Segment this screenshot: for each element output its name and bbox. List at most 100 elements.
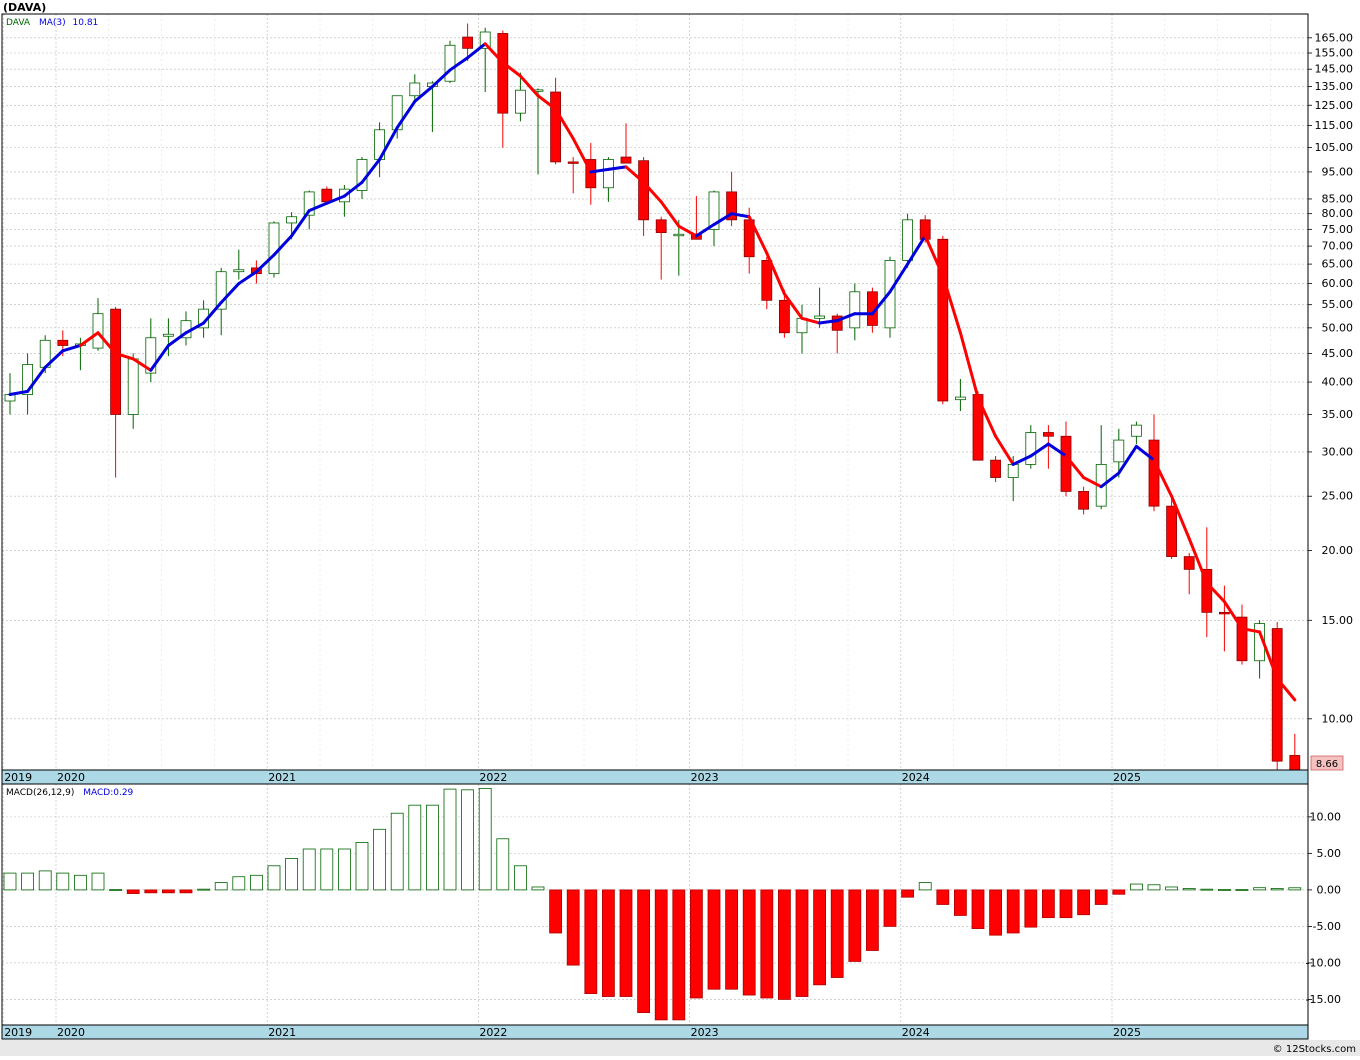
price-tick-label: 20.00 xyxy=(1322,544,1354,557)
price-tick-label: 135.00 xyxy=(1315,80,1354,93)
candle-body-down xyxy=(497,33,509,114)
macd-bar-positive xyxy=(478,787,492,891)
price-tick-label: 95.00 xyxy=(1322,165,1354,178)
price-tick-label: 10.00 xyxy=(1322,712,1354,725)
macd-tick-label: 0.00 xyxy=(1317,883,1342,896)
macd-bar-negative xyxy=(725,889,738,990)
price-tick-label: 25.00 xyxy=(1322,490,1354,503)
candle-body-up xyxy=(1007,463,1019,478)
candle-body-up xyxy=(1131,424,1142,437)
price-date-label: 2021 xyxy=(268,771,296,784)
macd-bar-positive xyxy=(1200,888,1214,891)
price-tick-label: 45.00 xyxy=(1322,347,1354,360)
macd-tick-label: 5.00 xyxy=(1317,847,1342,860)
candle-body-down xyxy=(1060,435,1072,492)
candle-body-up xyxy=(409,82,421,97)
macd-bar-negative xyxy=(813,889,826,986)
macd-bar-positive xyxy=(302,848,316,891)
price-tick-label: 30.00 xyxy=(1322,445,1354,458)
macd-bar-negative xyxy=(742,889,756,996)
candle-body-up xyxy=(1025,432,1037,465)
legend-ma-value: 10.81 xyxy=(73,18,99,28)
price-tick-label: 65.00 xyxy=(1322,258,1354,271)
price-date-label: 2023 xyxy=(691,771,719,784)
price-tick-label: 55.00 xyxy=(1322,298,1354,311)
candle-body-up xyxy=(603,159,614,189)
macd-bar-negative xyxy=(866,889,879,951)
candle-body-down xyxy=(655,219,667,234)
price-tick-label: 60.00 xyxy=(1322,277,1354,290)
price-tick-label: 155.00 xyxy=(1315,47,1354,60)
candle-body-down xyxy=(110,308,121,415)
macd-bar-negative xyxy=(778,889,791,1000)
macd-bar-negative xyxy=(179,889,193,894)
last-price-label: 8.66 xyxy=(1316,759,1338,770)
macd-bar-positive xyxy=(1182,888,1196,891)
candle-body-up xyxy=(162,333,174,337)
candle-body-down xyxy=(321,188,333,203)
macd-bar-positive xyxy=(249,874,263,891)
price-date-label: 2024 xyxy=(902,771,930,784)
macd-bar-positive xyxy=(56,872,70,891)
price-tick-label: 50.00 xyxy=(1322,321,1354,334)
macd-bar-negative xyxy=(760,889,774,999)
macd-bar-negative xyxy=(1024,889,1038,928)
macd-date-label: 2021 xyxy=(268,1026,296,1039)
candle-body-down xyxy=(567,161,579,164)
price-tick-label: 115.00 xyxy=(1315,119,1354,132)
price-tick-label: 105.00 xyxy=(1315,141,1354,154)
macd-bar-negative xyxy=(901,889,914,898)
macd-bar-positive xyxy=(109,889,122,891)
macd-bar-negative xyxy=(566,889,580,966)
macd-bar-positive xyxy=(390,812,404,891)
price-date-label: 2019 xyxy=(4,771,32,784)
candle-body-up xyxy=(849,291,861,329)
candle-body-down xyxy=(937,238,949,402)
candle-body-down xyxy=(761,260,773,301)
macd-date-label: 2024 xyxy=(902,1026,930,1039)
candle-body-down xyxy=(1219,611,1230,615)
candle-body-up xyxy=(814,315,825,319)
price-tick-label: 85.00 xyxy=(1322,192,1354,205)
macd-tick-label: -5.00 xyxy=(1313,920,1341,933)
macd-bar-positive xyxy=(232,876,246,891)
price-tick-label: 165.00 xyxy=(1315,31,1354,44)
macd-bar-negative xyxy=(161,889,175,894)
stock-chart: 165.00 155.00 145.00 135.00 125.00 115.00 105.… xyxy=(0,0,1360,1056)
footer-credit: © 12Stocks.com xyxy=(1273,1044,1356,1055)
candle xyxy=(972,391,984,461)
macd-bar-positive xyxy=(373,828,387,891)
macd-bar-negative xyxy=(602,889,615,997)
macd-bar-negative xyxy=(971,889,985,929)
macd-bar-positive xyxy=(285,858,299,891)
candle-body-down xyxy=(779,299,790,334)
price-tick-label: 145.00 xyxy=(1315,63,1354,76)
price-date-label: 2025 xyxy=(1113,771,1141,784)
candle-body-down xyxy=(550,91,561,163)
candle-body-down xyxy=(990,459,1001,478)
svg-text:MACD(26,12,9) MACD:0.29: MACD(26,12,9) MACD:0.29 xyxy=(6,788,134,798)
chart-stage: 165.00 155.00 145.00 135.00 125.00 115.00 105.… xyxy=(0,0,1360,1056)
macd-bar-negative xyxy=(144,889,158,894)
macd-date-label: 2020 xyxy=(57,1026,85,1039)
price-tick-label: 75.00 xyxy=(1322,223,1354,236)
macd-bar-negative xyxy=(989,889,1002,936)
price-tick-label: 15.00 xyxy=(1322,614,1354,627)
macd-bar-positive xyxy=(267,865,281,891)
price-tick-label: 40.00 xyxy=(1322,376,1354,389)
macd-bar-negative xyxy=(1094,889,1108,905)
macd-bar-positive xyxy=(1165,886,1178,891)
macd-date-label: 2022 xyxy=(479,1026,507,1039)
macd-bar-negative xyxy=(830,889,844,978)
macd-bar-positive xyxy=(3,872,17,891)
macd-bar-positive xyxy=(1270,888,1284,891)
candle-body-down xyxy=(620,156,632,164)
macd-bar-negative xyxy=(1059,889,1073,919)
candle-body-down xyxy=(1183,556,1195,570)
candle-body-up xyxy=(233,269,245,273)
macd-tick-label: 10.00 xyxy=(1310,810,1342,823)
macd-bar-positive xyxy=(461,789,475,891)
candle xyxy=(1271,621,1283,770)
macd-bar-positive xyxy=(408,804,422,891)
price-tick-label: 70.00 xyxy=(1322,240,1354,253)
